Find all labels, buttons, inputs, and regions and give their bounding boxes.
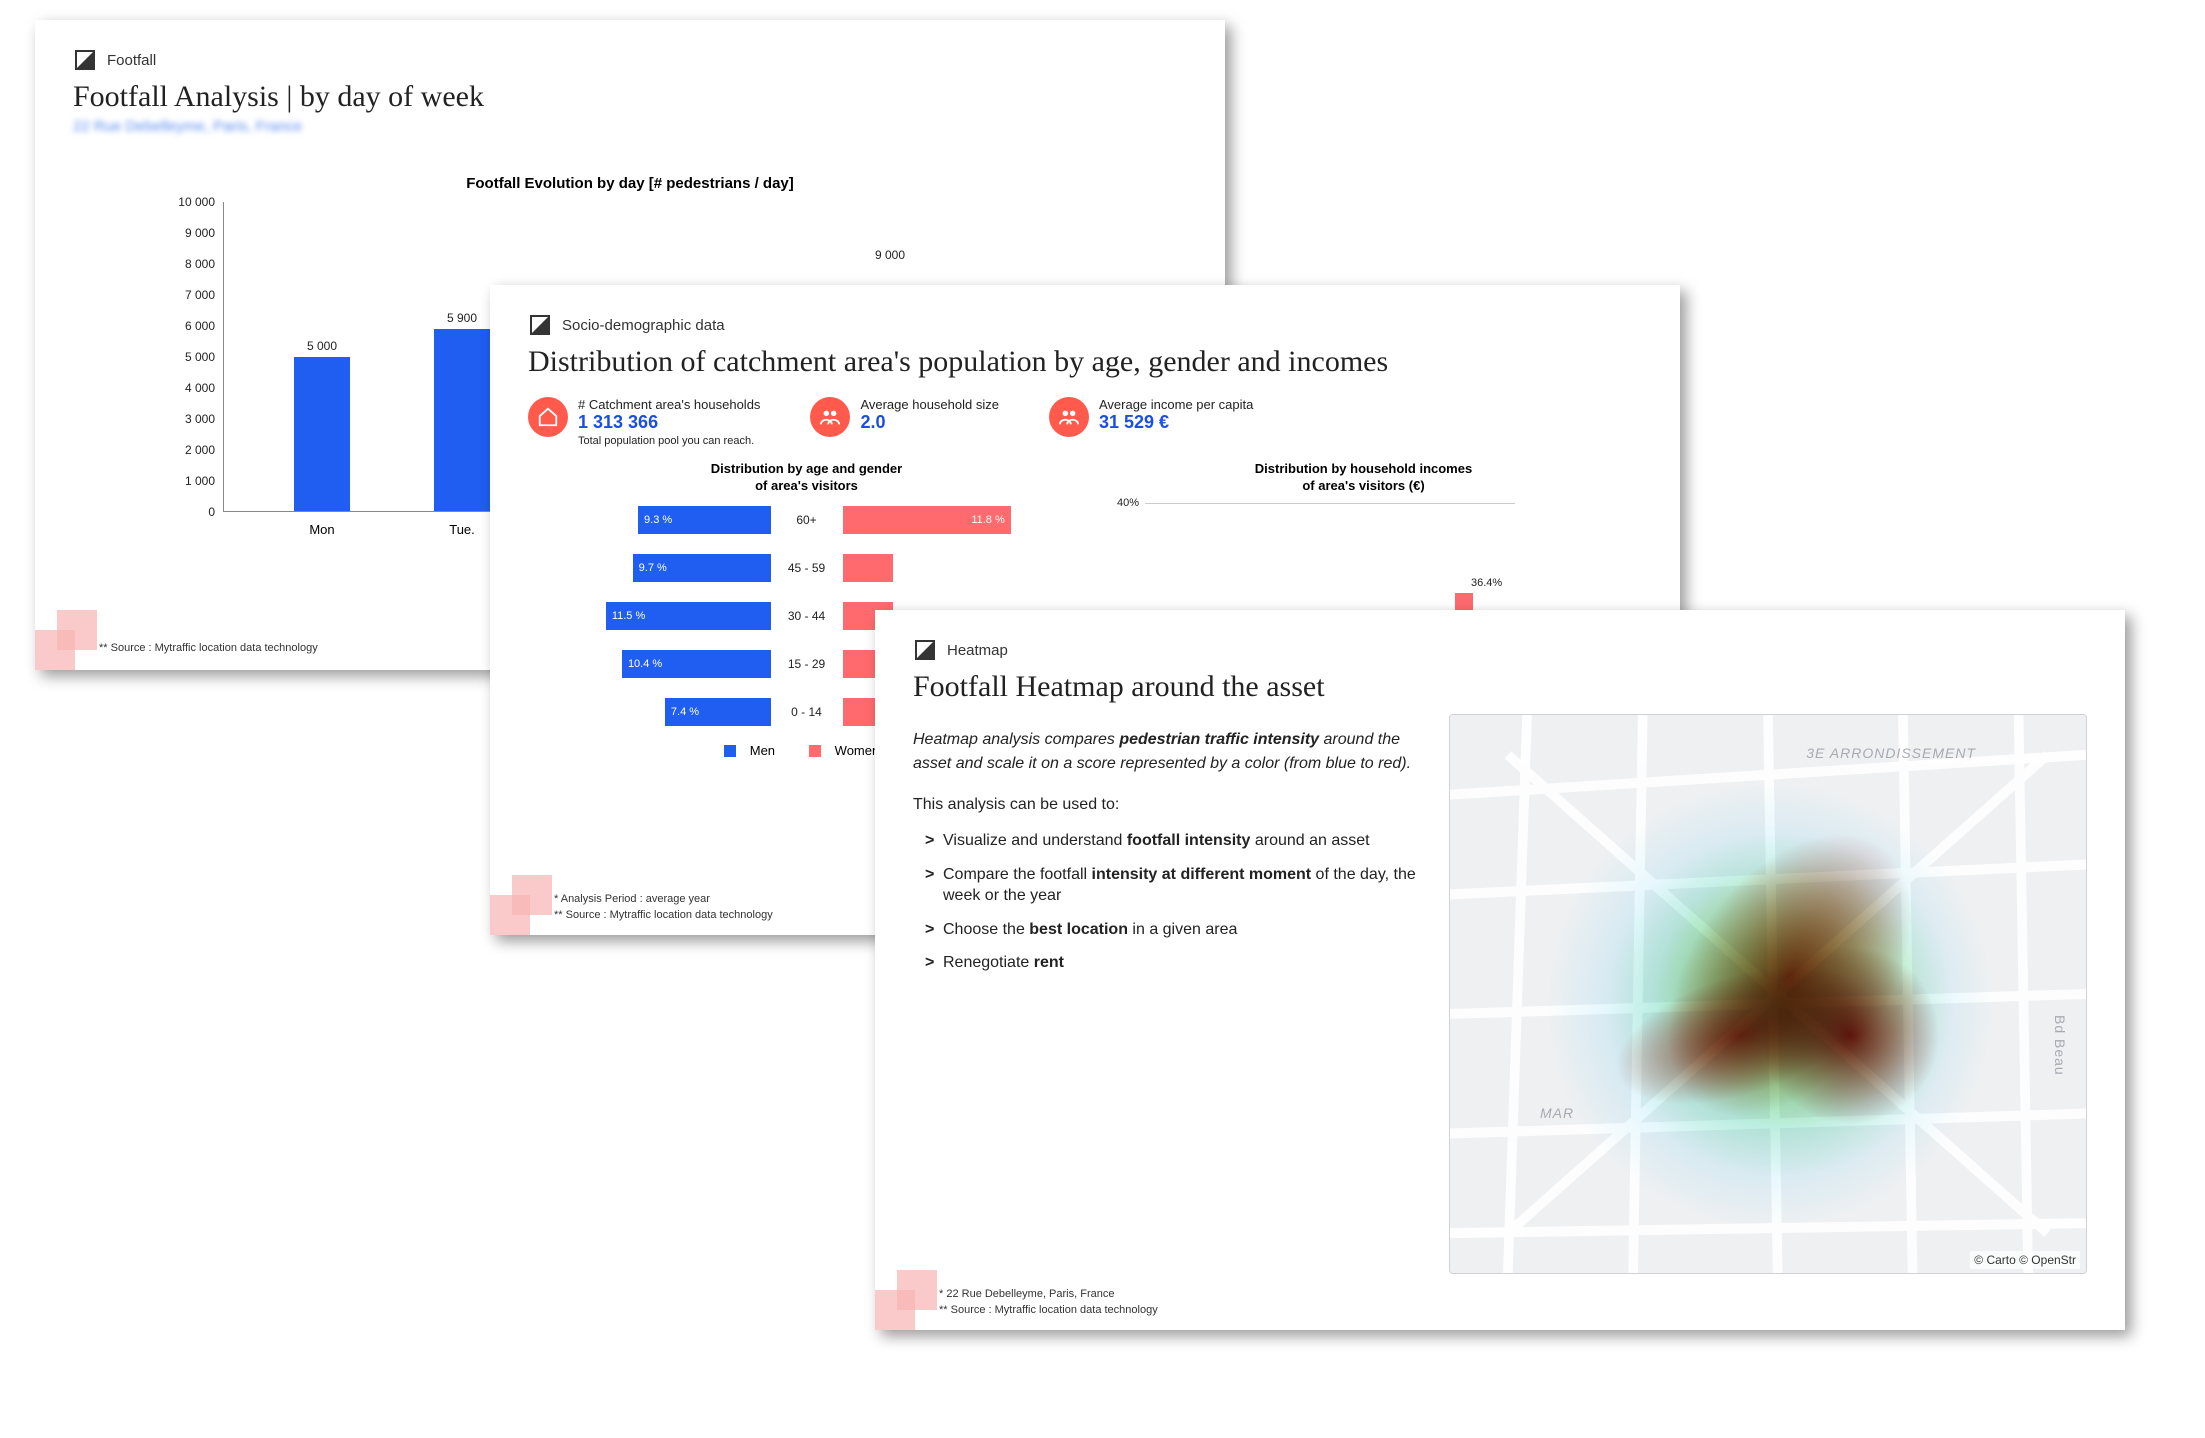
pct-label: 9.3 % xyxy=(644,514,672,526)
age-band: 15 - 29 xyxy=(771,657,843,671)
card-subtitle-blurred: 22 Rue Debelleyme, Paris, France xyxy=(73,118,1187,135)
heat-red-core xyxy=(1760,945,1940,1125)
card-header: Socio-demographic data xyxy=(528,313,1642,337)
brand-logo-icon xyxy=(913,638,937,662)
bar-mon: 5 000 xyxy=(294,357,350,512)
card-title: Distribution of catchment area's populat… xyxy=(528,345,1642,379)
bar-value-label: 5 900 xyxy=(434,311,490,325)
dist-title: Distribution by age and gender of area's… xyxy=(528,461,1085,495)
people-icon xyxy=(810,397,850,437)
map-road-label: Bd Beau xyxy=(2052,1015,2068,1076)
y-tick: 3 000 xyxy=(185,412,215,426)
source-footnote: ** Source : Mytraffic location data tech… xyxy=(939,1304,2125,1316)
kpi-sublabel: Total population pool you can reach. xyxy=(578,435,760,447)
x-tick: Tue. xyxy=(432,522,492,537)
y-tick: 6 000 xyxy=(185,319,215,333)
map-district-label: 3E ARRONDISSEMENT xyxy=(1806,745,1976,761)
card-title: Footfall Analysis | by day of week xyxy=(73,80,1187,114)
kpi-value: 2.0 xyxy=(860,412,999,433)
brand-logo-icon xyxy=(528,313,552,337)
kpi-value: 1 313 366 xyxy=(578,412,760,433)
age-band: 45 - 59 xyxy=(771,561,843,575)
y-tick: 40% xyxy=(1117,497,1139,509)
age-band: 0 - 14 xyxy=(771,705,843,719)
bullet-item: Choose the best location in a given area xyxy=(925,919,1423,941)
pct-label: 9.7 % xyxy=(639,562,667,574)
kpi-row: # Catchment area's households 1 313 366 … xyxy=(528,397,1642,447)
kpi-label: Average income per capita xyxy=(1099,397,1253,412)
pct-label: 7.4 % xyxy=(671,706,699,718)
kpi-label: Average household size xyxy=(860,397,999,412)
pct-label: 11.5 % xyxy=(612,610,645,622)
bullet-list: Visualize and understand footfall intens… xyxy=(913,830,1423,974)
kpi-household-size: Average household size 2.0 xyxy=(810,397,999,447)
age-band: 60+ xyxy=(771,513,843,527)
y-tick: 5 000 xyxy=(185,350,215,364)
brand-logo-icon xyxy=(73,48,97,72)
pct-label: 10.4 % xyxy=(628,658,662,670)
legend-label: Men xyxy=(750,743,775,758)
kpi-value: 31 529 € xyxy=(1099,412,1253,433)
y-axis: 10 000 9 000 8 000 7 000 6 000 5 000 4 0… xyxy=(153,202,223,512)
people-icon xyxy=(1049,397,1089,437)
bullet-item: Visualize and understand footfall intens… xyxy=(925,830,1423,852)
age-band: 30 - 44 xyxy=(771,609,843,623)
section-label: Socio-demographic data xyxy=(562,317,725,334)
y-tick: 10 000 xyxy=(178,195,215,209)
footnote: * 22 Rue Debelleyme, Paris, France xyxy=(939,1288,2125,1300)
card-title: Footfall Heatmap around the asset xyxy=(913,670,2087,704)
bullet-item: Compare the footfall intensity at differ… xyxy=(925,864,1423,907)
kpi-households: # Catchment area's households 1 313 366 … xyxy=(528,397,760,447)
heatmap-map[interactable]: 3E ARRONDISSEMENT MAR Bd Beau © Carto © … xyxy=(1449,714,2087,1274)
map-attribution: © Carto © OpenStr xyxy=(1970,1251,2080,1269)
legend-swatch-men xyxy=(724,745,736,757)
bullet-item: Renegotiate rent xyxy=(925,952,1423,974)
y-tick: 2 000 xyxy=(185,443,215,457)
pyramid-row: 9.7 % 45 - 59 xyxy=(592,551,1022,585)
kpi-label: # Catchment area's households xyxy=(578,397,760,412)
y-tick: 8 000 xyxy=(185,257,215,271)
pct-label: 11.8 % xyxy=(971,514,1004,526)
legend-swatch-women xyxy=(809,745,821,757)
dist-title: Distribution by household incomes of are… xyxy=(1085,461,1642,495)
legend-label: Women xyxy=(835,743,880,758)
y-tick: 0 xyxy=(208,505,215,519)
bullet-lead: This analysis can be used to: xyxy=(913,796,1423,814)
y-tick: 1 000 xyxy=(185,474,215,488)
section-label: Footfall xyxy=(107,52,156,69)
stray-data-label: 9 000 xyxy=(875,248,905,262)
bar-value-label: 36.4% xyxy=(1471,577,1499,589)
card-header: Heatmap xyxy=(913,638,2087,662)
corner-accent-icon xyxy=(35,600,105,670)
y-tick: 7 000 xyxy=(185,288,215,302)
bar-chart-title: Footfall Evolution by day [# pedestrians… xyxy=(73,175,1187,192)
section-label: Heatmap xyxy=(947,642,1008,659)
bar-tue: 5 900 xyxy=(434,329,490,511)
kpi-income: Average income per capita 31 529 € xyxy=(1049,397,1253,447)
card-header: Footfall xyxy=(73,48,1187,72)
y-tick: 4 000 xyxy=(185,381,215,395)
description-text: Heatmap analysis compares pedestrian tra… xyxy=(913,728,1423,776)
y-tick: 9 000 xyxy=(185,226,215,240)
map-area-label: MAR xyxy=(1540,1105,1574,1121)
house-icon xyxy=(528,397,568,437)
heatmap-description: Heatmap analysis compares pedestrian tra… xyxy=(913,714,1423,1274)
bar-value-label: 5 000 xyxy=(294,339,350,353)
pyramid-row: 9.3 % 60+ 11.8 % xyxy=(592,503,1022,537)
heatmap-card: Heatmap Footfall Heatmap around the asse… xyxy=(875,610,2125,1330)
x-tick: Mon xyxy=(292,522,352,537)
